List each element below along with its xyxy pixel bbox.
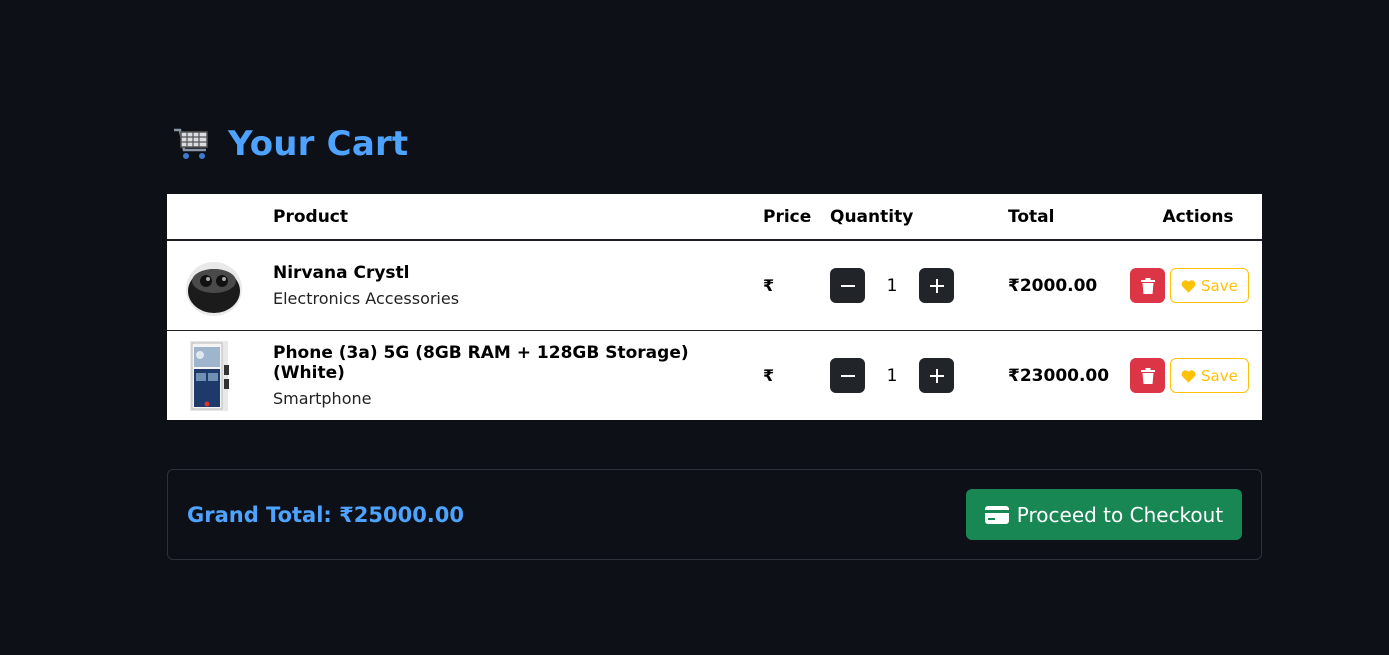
credit-card-icon xyxy=(984,505,1009,524)
minus-icon xyxy=(840,374,855,377)
save-label: Save xyxy=(1201,276,1238,295)
header-total: Total xyxy=(1008,206,1055,227)
cart-table: Product Price Quantity Total Actions Nir… xyxy=(167,194,1262,420)
plus-icon xyxy=(929,278,944,293)
trash-icon xyxy=(1140,367,1155,384)
quantity-value: 1 xyxy=(886,275,898,296)
page-header: Your Cart xyxy=(172,124,408,164)
checkout-button[interactable]: Proceed to Checkout xyxy=(966,489,1242,540)
header-price: Price xyxy=(763,206,812,227)
product-info: Nirvana Crystl Electronics Accessories xyxy=(273,263,763,308)
product-thumbnail xyxy=(167,251,273,321)
product-category: Smartphone xyxy=(273,389,372,408)
decrease-quantity-button[interactable] xyxy=(830,268,865,303)
table-header: Product Price Quantity Total Actions xyxy=(167,194,1262,241)
save-for-later-button[interactable]: Save xyxy=(1170,268,1249,303)
heart-icon xyxy=(1181,279,1196,293)
minus-icon xyxy=(840,284,855,287)
page-title: Your Cart xyxy=(228,124,409,164)
save-for-later-button[interactable]: Save xyxy=(1170,358,1249,393)
save-label: Save xyxy=(1201,366,1238,385)
delete-button[interactable] xyxy=(1130,268,1165,303)
product-thumbnail xyxy=(167,340,273,411)
row-actions: Save xyxy=(1130,358,1262,393)
product-price: ₹ xyxy=(763,366,775,385)
product-name: Nirvana Crystl xyxy=(273,263,410,283)
header-quantity: Quantity xyxy=(830,206,914,227)
checkout-label: Proceed to Checkout xyxy=(1016,502,1224,527)
shopping-cart-icon xyxy=(172,124,212,164)
line-total: ₹23000.00 xyxy=(1008,365,1110,386)
table-row: Nirvana Crystl Electronics Accessories ₹… xyxy=(167,241,1262,331)
product-info: Phone (3a) 5G (8GB RAM + 128GB Storage) … xyxy=(273,343,763,408)
decrease-quantity-button[interactable] xyxy=(830,358,865,393)
line-total: ₹2000.00 xyxy=(1008,275,1098,296)
earbuds-image xyxy=(186,261,242,316)
header-actions: Actions xyxy=(1162,206,1234,227)
product-price: ₹ xyxy=(763,276,775,295)
table-row: Phone (3a) 5G (8GB RAM + 128GB Storage) … xyxy=(167,331,1262,420)
quantity-stepper: 1 xyxy=(830,268,1008,303)
product-name: Phone (3a) 5G (8GB RAM + 128GB Storage) … xyxy=(273,343,689,383)
cart-summary: Grand Total: ₹25000.00 Proceed to Checko… xyxy=(167,469,1262,560)
phone-image xyxy=(190,340,229,411)
trash-icon xyxy=(1140,277,1155,294)
header-product: Product xyxy=(273,206,348,227)
increase-quantity-button[interactable] xyxy=(919,268,954,303)
delete-button[interactable] xyxy=(1130,358,1165,393)
product-category: Electronics Accessories xyxy=(273,289,460,308)
quantity-stepper: 1 xyxy=(830,358,1008,393)
heart-icon xyxy=(1181,369,1196,383)
plus-icon xyxy=(929,368,944,383)
grand-total: Grand Total: ₹25000.00 xyxy=(187,502,465,527)
quantity-value: 1 xyxy=(886,365,898,386)
row-actions: Save xyxy=(1130,268,1262,303)
increase-quantity-button[interactable] xyxy=(919,358,954,393)
